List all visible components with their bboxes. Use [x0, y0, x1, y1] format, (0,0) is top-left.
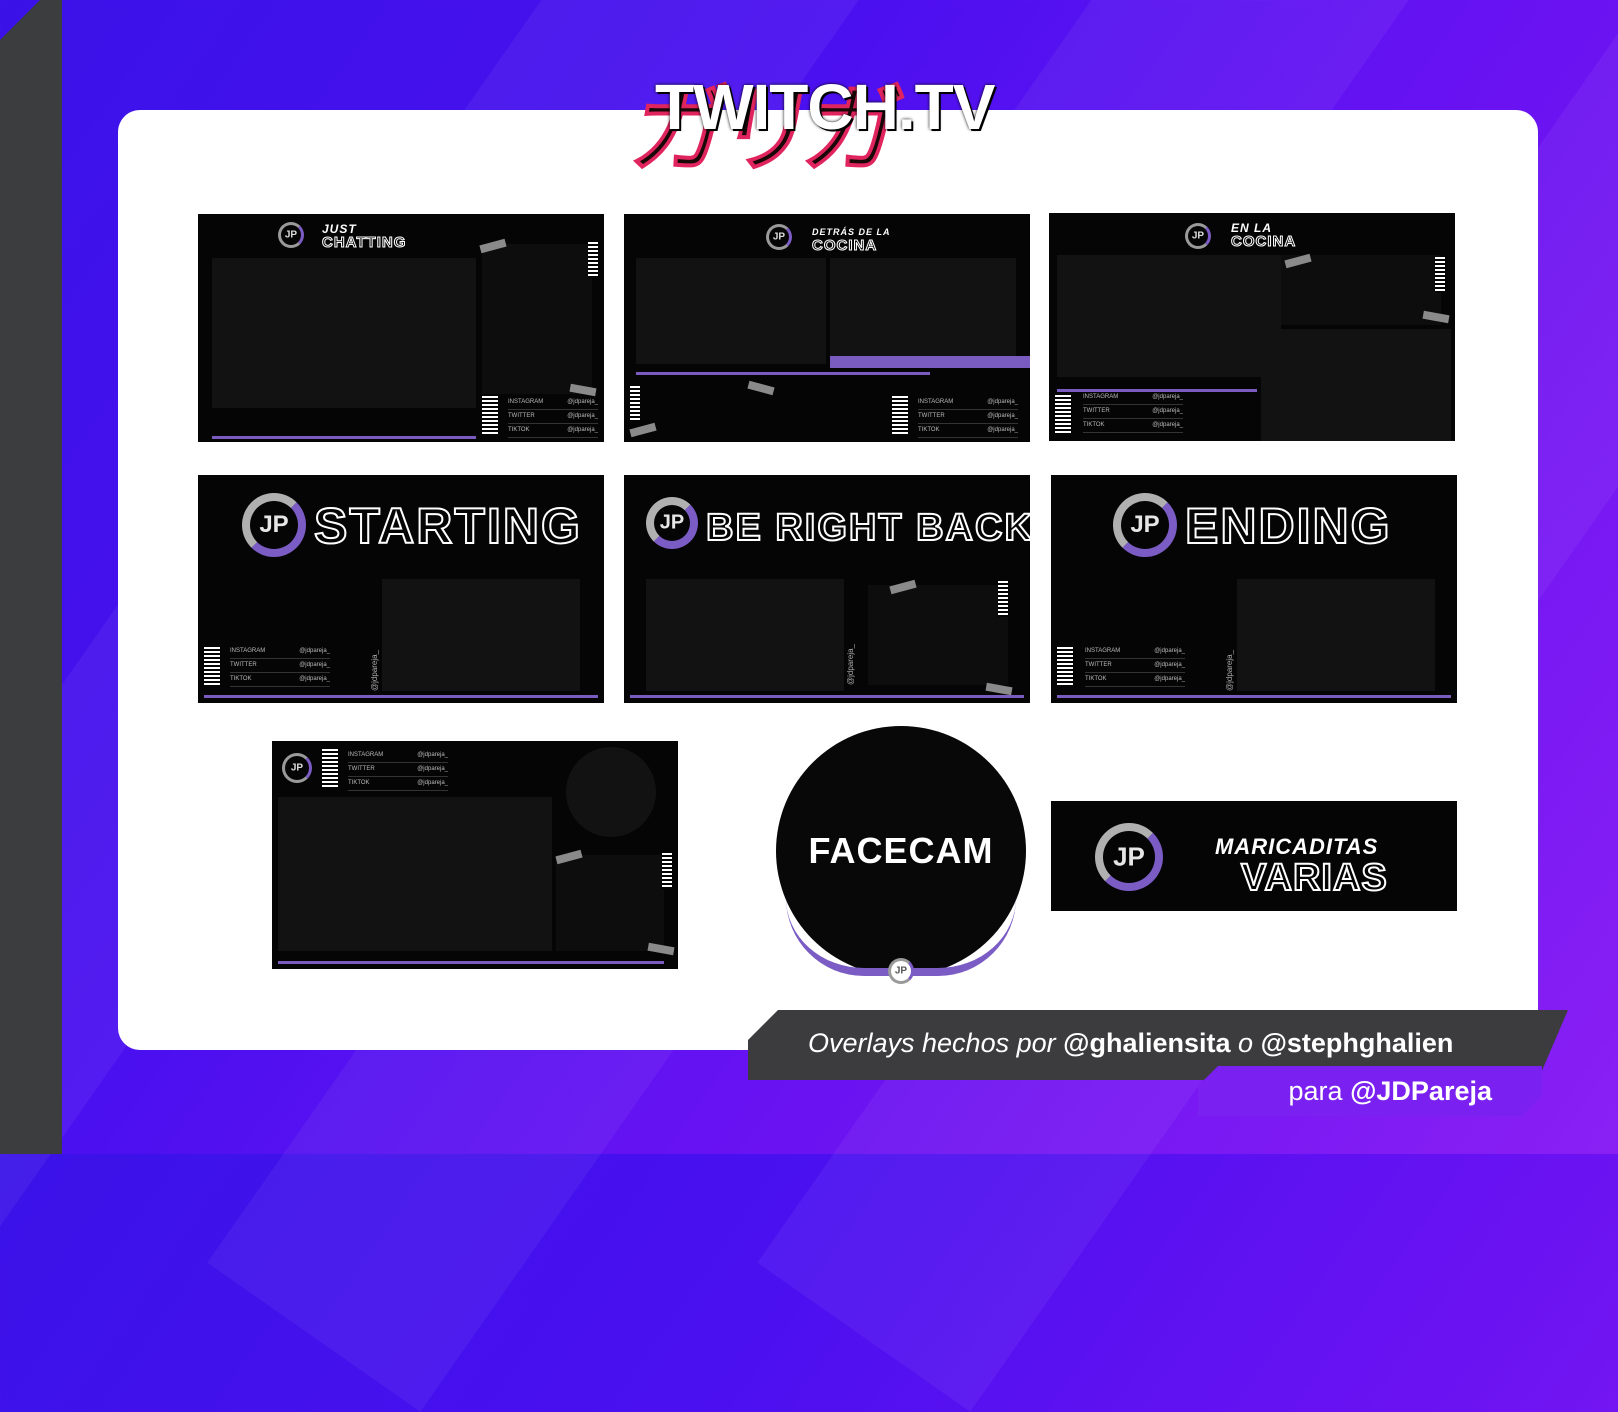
- chat-area: [1281, 255, 1441, 325]
- jp-logo-icon: JP: [282, 753, 312, 783]
- maricaditas-title: MARICADITAS VARIAS: [1215, 834, 1388, 899]
- jp-logo-icon: JP: [242, 493, 306, 557]
- social-row: INSTAGRAM @jdpareja_: [918, 396, 1018, 410]
- camera-area: [212, 258, 476, 408]
- twitch-logo: ガリガ TWITCH.TV: [622, 60, 1015, 188]
- social-list: INSTAGRAM @jdpareja_ TWITTER @jdpareja_ TI…: [508, 396, 598, 438]
- tape-decoration: [647, 942, 675, 956]
- accent-line: [204, 695, 598, 698]
- side-bar: [0, 0, 62, 1154]
- camera-area: [636, 258, 826, 364]
- jp-logo-icon: JP: [646, 497, 698, 549]
- social-list: INSTAGRAM @jdpareja_ TWITTER @jdpareja_ TI…: [1083, 391, 1183, 433]
- starting-title: STARTING: [313, 497, 582, 555]
- social-row: INSTAGRAM @jdpareja_: [508, 396, 598, 410]
- overlay-maricaditas: JP MARICADITAS VARIAS: [1051, 801, 1457, 911]
- camera-area: [382, 579, 580, 691]
- detras-title: DETRÁS DE LA COCINA: [812, 227, 891, 254]
- vertical-handle: @jdpareja_: [846, 643, 855, 685]
- brb-title: BE RIGHT BACK: [705, 506, 1030, 550]
- social-list: INSTAGRAM @jdpareja_ TWITTER @jdpareja_ TI…: [1085, 645, 1185, 687]
- chat-area: [556, 855, 664, 951]
- accent-block: [830, 356, 1030, 368]
- vertical-handle: @jdpareja_: [370, 649, 379, 691]
- social-row: TIKTOK @jdpareja_: [1085, 673, 1185, 687]
- social-row: INSTAGRAM @jdpareja_: [348, 749, 448, 763]
- vertical-handle: @jdpareja_: [1225, 649, 1234, 691]
- accent-line: [212, 436, 476, 439]
- chat-area: [482, 244, 592, 394]
- facecam-frame: FACECAM JP: [776, 726, 1026, 984]
- barcode-icon: [1055, 395, 1071, 435]
- social-row: TIKTOK @jdpareja_: [918, 424, 1018, 438]
- camera-area: [1237, 579, 1435, 691]
- jp-logo-icon: JP: [766, 224, 792, 250]
- accent-line: [636, 372, 930, 375]
- chat-area: [868, 585, 1008, 685]
- barcode-icon: [588, 242, 598, 278]
- barcode-icon: [630, 386, 640, 422]
- accent-line: [1057, 695, 1451, 698]
- barcode-icon: [662, 853, 672, 889]
- barcode-icon: [322, 749, 338, 789]
- barcode-icon: [1435, 257, 1445, 293]
- tape-decoration: [629, 422, 657, 438]
- overlay-ending: JP ENDING INSTAGRAM @jdpareja_ TWITTER @jd…: [1051, 475, 1457, 703]
- overlay-be-right-back: JP BE RIGHT BACK @jdpareja_: [624, 475, 1030, 703]
- social-row: TIKTOK @jdpareja_: [508, 424, 598, 438]
- social-row: TWITTER @jdpareja_: [918, 410, 1018, 424]
- accent-line: [278, 961, 664, 964]
- facecam-title: FACECAM: [808, 830, 994, 871]
- en-la-title: EN LA COCINA: [1230, 221, 1297, 250]
- social-list: INSTAGRAM @jdpareja_ TWITTER @jdpareja_ TI…: [348, 749, 448, 791]
- circle-cam: [566, 747, 656, 837]
- social-row: INSTAGRAM @jdpareja_: [1085, 645, 1185, 659]
- logo-text: TWITCH.TV: [655, 71, 995, 143]
- social-row: TWITTER @jdpareja_: [1085, 659, 1185, 673]
- credits-text: Overlays hechos por @ghaliensita o @step…: [808, 1028, 1454, 1058]
- camera-area: [278, 797, 552, 951]
- just-chatting-title: JUST CHATTING: [321, 222, 407, 251]
- barcode-icon: [482, 396, 498, 436]
- camera-area-2: [1261, 329, 1451, 441]
- camera-area: [646, 579, 844, 691]
- social-row: INSTAGRAM @jdpareja_: [230, 645, 330, 659]
- ending-title: ENDING: [1184, 497, 1392, 555]
- tape-decoration: [569, 383, 597, 397]
- camera-area-2: [830, 258, 1016, 356]
- overlay-gaming: JP INSTAGRAM @jdpareja_ TWITTER @jdpareja_…: [272, 741, 678, 969]
- social-row: TWITTER @jdpareja_: [348, 763, 448, 777]
- barcode-icon: [1057, 647, 1073, 687]
- client-text: para @JDPareja: [1288, 1076, 1492, 1106]
- overlay-detras-cocina: JP DETRÁS DE LA COCINA INSTAGRAM @jdparej…: [624, 214, 1030, 442]
- client-banner: para @JDPareja: [1198, 1066, 1542, 1116]
- overlay-starting: JP STARTING INSTAGRAM @jdpareja_ TWITTER @…: [198, 475, 604, 703]
- social-row: TWITTER @jdpareja_: [230, 659, 330, 673]
- tape-decoration: [985, 682, 1013, 696]
- jp-logo-icon: JP: [1185, 223, 1211, 249]
- accent-line: [630, 695, 1024, 698]
- social-row: TIKTOK @jdpareja_: [1083, 419, 1183, 433]
- barcode-icon: [998, 581, 1008, 617]
- jp-logo-icon: JP: [278, 222, 304, 248]
- social-row: TWITTER @jdpareja_: [508, 410, 598, 424]
- social-row: TWITTER @jdpareja_: [1083, 405, 1183, 419]
- barcode-icon: [892, 396, 908, 436]
- social-row: TIKTOK @jdpareja_: [348, 777, 448, 791]
- social-row: INSTAGRAM @jdpareja_: [1083, 391, 1183, 405]
- jp-logo-icon: JP: [888, 958, 914, 984]
- camera-area: [1057, 255, 1281, 377]
- jp-logo-icon: JP: [1095, 823, 1163, 891]
- social-list: INSTAGRAM @jdpareja_ TWITTER @jdpareja_ TI…: [230, 645, 330, 687]
- tape-decoration: [747, 380, 775, 396]
- barcode-icon: [204, 647, 220, 687]
- overlay-en-la-cocina: JP EN LA COCINA INSTAGRAM @jdpareja_ TWIT…: [1049, 213, 1455, 441]
- social-list: INSTAGRAM @jdpareja_ TWITTER @jdpareja_ TI…: [918, 396, 1018, 438]
- overlay-just-chatting: JP JUST CHATTING INSTAGRAM @jdpareja_ TWI…: [198, 214, 604, 442]
- jp-logo-icon: JP: [1113, 493, 1177, 557]
- social-row: TIKTOK @jdpareja_: [230, 673, 330, 687]
